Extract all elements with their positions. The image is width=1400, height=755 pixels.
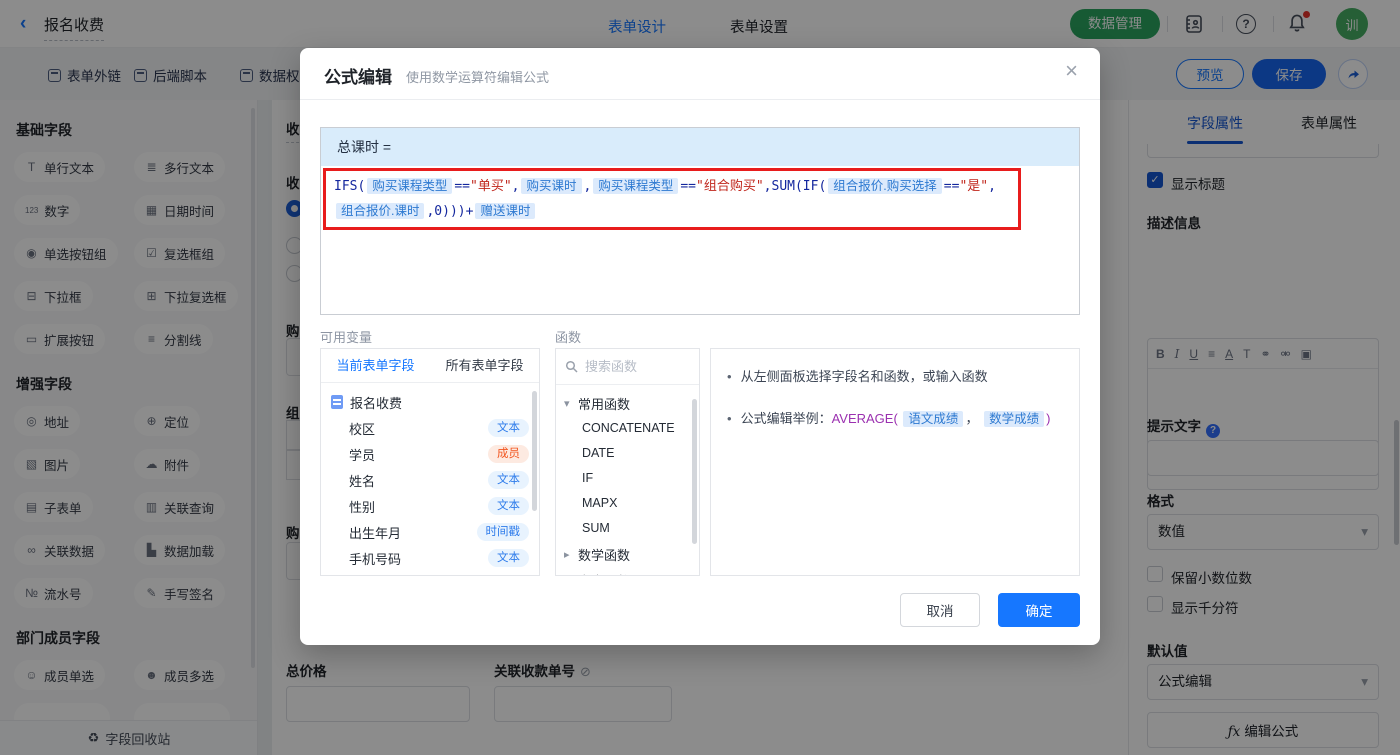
formula-operator: " <box>469 179 478 194</box>
formula-operator: , <box>511 179 520 194</box>
formula-string-quote: " <box>503 179 512 194</box>
formula-string: 是 <box>967 179 981 194</box>
function-category-label: 数学函数 <box>578 547 631 563</box>
close-icon[interactable]: × <box>1065 60 1078 82</box>
formula-field-chip[interactable]: 组合报价.课时 <box>336 203 425 219</box>
formula-operator: , <box>988 179 996 194</box>
variables-tabs: 当前表单字段 所有表单字段 <box>321 349 539 383</box>
formula-field-chip[interactable]: 购买课程类型 <box>593 178 679 194</box>
variables-form-name: 报名收费 <box>350 395 403 411</box>
formula-highlight-box: IFS(购买课程类型 =="单买", 购买课时, 购买课程类型 =="组合购买",SUM… <box>323 168 1021 230</box>
variable-type-badge: 成员 <box>488 445 529 463</box>
function-item[interactable]: CONCATENATE <box>556 416 699 441</box>
functions-panel: ▾常用函数CONCATENATEDATEIFMAPXSUM▸数学函数▸文本函数 <box>555 348 700 576</box>
variable-name: 学员 <box>349 447 376 463</box>
variable-type-badge: 文本 <box>488 549 529 567</box>
chevron-right-icon: ▸ <box>564 548 570 561</box>
variable-name: 手机号码 <box>349 551 402 567</box>
formula-field-chip[interactable]: 赠送课时 <box>475 203 536 219</box>
formula-field-chip[interactable]: 组合报价.购买选择 <box>828 178 942 194</box>
formula-string-quote: " <box>980 179 989 194</box>
function-item[interactable]: SUM <box>556 516 699 541</box>
function-category[interactable]: ▸ 数学函数 <box>556 541 699 567</box>
variable-name: 性别 <box>349 499 376 515</box>
help-tip-2: • 公式编辑举例：AVERAGE( 语文成绩， 数学成绩) <box>727 409 1063 429</box>
variable-name: 姓名 <box>349 473 376 489</box>
variable-type-badge: 文本 <box>488 497 529 515</box>
modal-header: 公式编辑 使用数学运算符编辑公式 × <box>300 48 1100 100</box>
variable-type-badge: 文本 <box>488 471 529 489</box>
formula-field-chip[interactable]: 购买课时 <box>521 178 582 194</box>
formula-operator: " <box>696 179 704 194</box>
formula-editor-box: 总课时 = IFS(购买课程类型 =="单买", 购买课时, 购买课程类型 =="组合购… <box>320 127 1080 315</box>
functions-scrollbar[interactable] <box>692 399 697 544</box>
formula-operator: ,0)))+ <box>426 204 474 219</box>
variable-type-badge: 文本 <box>488 419 529 437</box>
formula-string-quote: " <box>755 179 764 194</box>
variable-name: 校区 <box>349 421 376 437</box>
function-category-label: 常用函数 <box>578 396 631 412</box>
function-category[interactable]: ▾ 常用函数 <box>556 390 699 416</box>
variable-name: 出生年月 <box>349 525 402 541</box>
formula-edit-modal: 公式编辑 使用数学运算符编辑公式 × 总课时 = IFS(购买课程类型 =="单买… <box>300 48 1100 645</box>
variables-form-root[interactable]: 报名收费 <box>321 389 539 415</box>
function-item[interactable]: MAPX <box>556 491 699 516</box>
chevron-down-icon: ▾ <box>564 397 570 410</box>
function-category[interactable]: ▸文本函数 <box>556 567 699 576</box>
cancel-button[interactable]: 取消 <box>900 593 980 627</box>
tab-current-form-fields[interactable]: 当前表单字段 <box>321 349 430 382</box>
variables-scrollbar[interactable] <box>532 391 537 511</box>
function-search <box>556 349 699 385</box>
formula-result-prefix: 总课时 = <box>321 128 1079 166</box>
variable-item[interactable]: 性别 文本 <box>321 493 539 519</box>
example-function: AVERAGE( <box>831 410 898 426</box>
function-category-label: 文本函数 <box>578 571 630 576</box>
variables-label: 可用变量 <box>320 330 373 345</box>
function-item[interactable]: IF <box>556 466 699 491</box>
formula-input-area[interactable]: IFS(购买课程类型 =="单买", 购买课时, 购买课程类型 =="组合购买",SUM… <box>321 166 1079 314</box>
formula-operator: , <box>583 179 592 194</box>
formula-operator: , <box>763 179 772 194</box>
variables-panel: 当前表单字段 所有表单字段 报名收费 校区 文本 学员 成员 姓名 文本 性别 文本 出生年月 时间… <box>320 348 540 576</box>
formula-string: 组合购买 <box>703 179 756 194</box>
formula-help-panel: • 从左侧面板选择字段名和函数，或输入函数 • 公式编辑举例：AVERAGE( … <box>710 348 1080 576</box>
variable-item[interactable]: 手机号码 文本 <box>321 545 539 571</box>
chevron-right-icon: ▸ <box>564 574 578 576</box>
bullet-icon: • <box>727 369 732 384</box>
formula-function: IFS( <box>334 179 366 194</box>
variable-item[interactable]: 校区 文本 <box>321 415 539 441</box>
function-search-input[interactable] <box>585 359 675 374</box>
formula-field-chip[interactable]: 购买课程类型 <box>367 178 453 194</box>
variable-type-badge: 时间戳 <box>476 523 529 541</box>
example-field-chip: 数学成绩 <box>984 410 1045 427</box>
formula-function: SUM(IF( <box>771 179 827 194</box>
modal-title: 公式编辑 <box>324 68 392 87</box>
modal-subtitle: 使用数学运算符编辑公式 <box>406 70 550 85</box>
formula-operator: == <box>943 179 960 194</box>
formula-operator: == <box>680 179 696 194</box>
formula-operator: == <box>454 179 470 194</box>
search-icon <box>565 360 578 373</box>
form-doc-icon <box>331 395 343 409</box>
formula-expression[interactable]: IFS(购买课程类型 =="单买", 购买课时, 购买课程类型 =="组合购买",SUM… <box>334 174 1010 224</box>
example-field-chip: 语文成绩 <box>903 410 964 427</box>
app-root: ‹ 报名收费 表单设计 表单设置 数据管理 ? 训 表单外链 后端脚本 数据权 … <box>0 0 1400 755</box>
variable-item[interactable]: 出生年月 时间戳 <box>321 519 539 545</box>
function-item[interactable]: DATE <box>556 441 699 466</box>
bullet-icon: • <box>727 410 732 426</box>
formula-string: 单买 <box>477 179 504 194</box>
confirm-button[interactable]: 确定 <box>998 593 1080 627</box>
variable-item[interactable]: 学员 成员 <box>321 441 539 467</box>
tab-all-form-fields[interactable]: 所有表单字段 <box>430 349 539 382</box>
help-tip-1: • 从左侧面板选择字段名和函数，或输入函数 <box>727 367 1063 387</box>
variable-item[interactable]: 姓名 文本 <box>321 467 539 493</box>
functions-label: 函数 <box>555 330 582 345</box>
